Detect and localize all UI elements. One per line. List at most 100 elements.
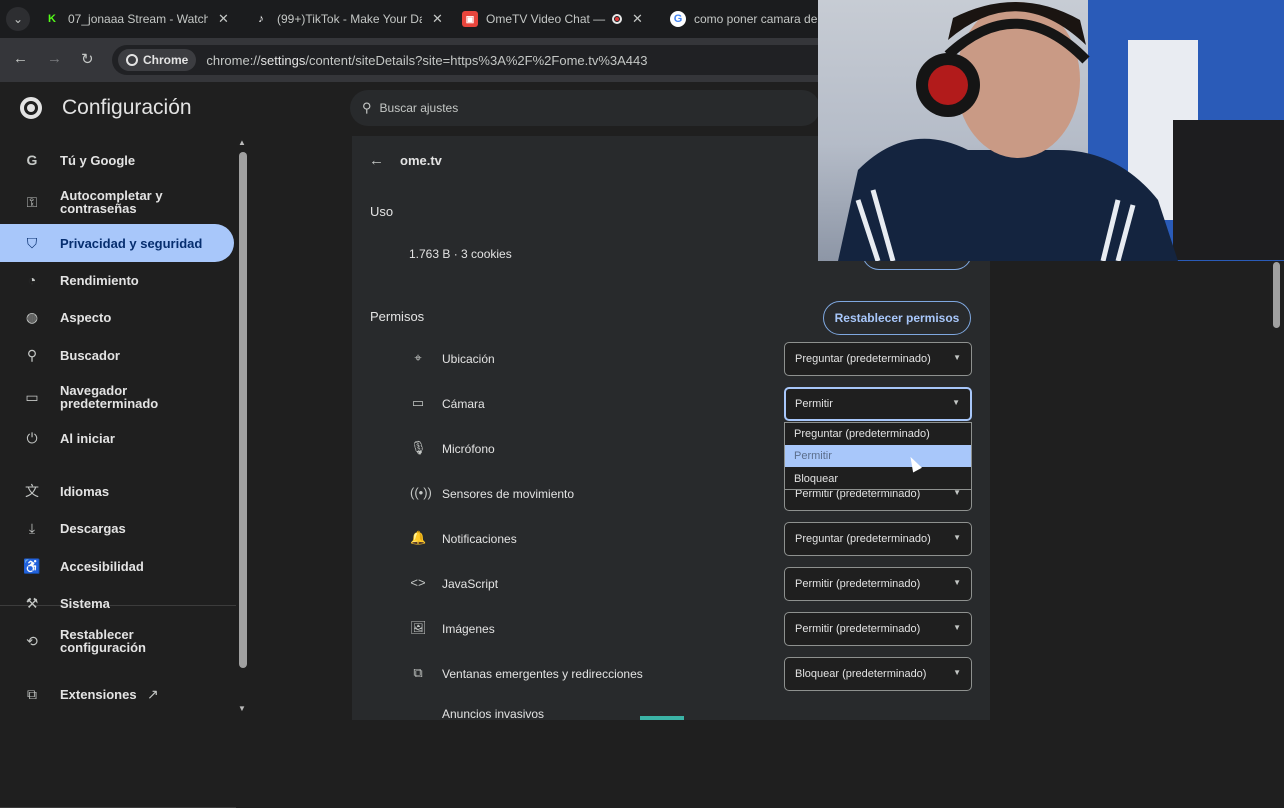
url-host: settings <box>260 52 306 68</box>
camera-select[interactable]: Permitir ▼ <box>784 387 972 421</box>
select-value: Preguntar (predeterminado) <box>795 353 931 365</box>
location-select[interactable]: Preguntar (predeterminado) ▼ <box>784 342 972 376</box>
scroll-down-arrow-icon[interactable]: ▼ <box>238 704 246 713</box>
speedometer-icon: ◔ <box>27 272 37 288</box>
tiktok-icon: ♪ <box>253 11 269 27</box>
sidebar-item-label: Restablecer configuración <box>60 627 146 655</box>
kick-icon: K <box>44 11 60 27</box>
sidebar-item-label: Idiomas <box>60 483 110 499</box>
recording-icon <box>612 14 622 24</box>
sidebar-item-privacy[interactable]: ⛉ Privacidad y seguridad <box>0 224 234 262</box>
sidebar-scrollbar[interactable] <box>239 152 247 668</box>
search-icon: ⚲ <box>26 346 38 363</box>
close-icon[interactable]: ✕ <box>632 11 643 27</box>
usage-value: 1.763 B · 3 cookies <box>409 247 512 261</box>
usage-heading: Uso <box>370 204 394 219</box>
site-info-chip[interactable]: Chrome <box>118 49 197 71</box>
reset-permissions-button[interactable]: Restablecer permisos <box>823 301 971 335</box>
translate-icon: 文 <box>25 483 39 499</box>
sidebar-item-label: Descargas <box>60 520 126 536</box>
sidebar-item-you-and-google[interactable]: G Tú y Google <box>0 141 234 179</box>
permission-label: Ubicación <box>442 352 495 366</box>
sidebar-item-search-engine[interactable]: ⚲ Buscador <box>0 336 234 374</box>
permission-label: Imágenes <box>442 622 495 636</box>
select-value: Permitir <box>795 398 833 410</box>
permission-label: Sensores de movimiento <box>442 487 575 501</box>
back-arrow-icon[interactable]: ← <box>13 50 28 67</box>
browser-window-icon: ▭ <box>25 388 39 405</box>
sidebar-item-reset[interactable]: ⟲ Restablecer configuración <box>0 622 234 660</box>
sidebar-item-label: Buscador <box>60 347 120 363</box>
close-icon[interactable]: ✕ <box>218 11 229 27</box>
sidebar-item-appearance[interactable]: ◍ Aspecto <box>0 298 234 336</box>
images-select[interactable]: Permitir (predeterminado) ▼ <box>784 612 972 646</box>
google-icon: G <box>670 11 686 27</box>
key-icon: ⚿ <box>26 193 38 210</box>
select-value: Permitir (predeterminado) <box>795 578 921 590</box>
camera-options-dropdown: Preguntar (predeterminado) Permitir Bloq… <box>784 422 972 490</box>
permission-label: Micrófono <box>442 442 495 456</box>
wrench-icon: ⚒ <box>25 594 39 611</box>
chevron-down-icon: ⌄ <box>12 12 24 26</box>
tab-kick-stream[interactable]: K 07_jonaaa Stream - Watch Li ✕ <box>44 4 239 34</box>
sidebar-item-performance[interactable]: ◔ Rendimiento <box>0 261 234 299</box>
code-icon: <> <box>410 575 426 590</box>
ometv-icon: ▣ <box>462 11 478 27</box>
site-name: ome.tv <box>400 153 442 168</box>
settings-search[interactable]: ⚲ Buscar ajustes <box>350 90 820 126</box>
puzzle-icon: ⧉ <box>27 685 37 702</box>
main-scrollbar[interactable] <box>1273 262 1280 328</box>
sidebar-item-label: Privacidad y seguridad <box>60 235 203 251</box>
reload-icon[interactable]: ↻ <box>81 50 94 68</box>
sidebar-item-autofill[interactable]: ⚿ Autocompletar y contraseñas <box>0 182 234 222</box>
motion-sensor-icon: ((•)) <box>410 485 432 500</box>
javascript-select[interactable]: Permitir (predeterminado) ▼ <box>784 567 972 601</box>
popups-select[interactable]: Bloquear (predeterminado) ▼ <box>784 657 972 691</box>
option-block[interactable]: Bloquear <box>785 468 971 490</box>
sidebar-item-default-browser[interactable]: ▭ Navegador predeterminado <box>0 377 234 417</box>
close-icon[interactable]: ✕ <box>432 11 443 27</box>
address-bar[interactable]: Chrome chrome://settings/content/siteDet… <box>112 45 832 75</box>
tab-tiktok[interactable]: ♪ (99+)TikTok - Make Your Day ✕ <box>253 4 448 34</box>
forward-arrow-icon[interactable]: → <box>47 50 62 67</box>
url-scheme: chrome:// <box>206 52 261 68</box>
download-icon: ⤓ <box>28 519 36 536</box>
option-allow[interactable]: Permitir <box>785 445 971 467</box>
notifications-select[interactable]: Preguntar (predeterminado) ▼ <box>784 522 972 556</box>
sidebar-item-on-startup[interactable]: ⏻ Al iniciar <box>0 419 234 457</box>
external-link-icon: ↗ <box>147 685 159 702</box>
sidebar-item-label: Navegador predeterminado <box>60 383 159 411</box>
url-text[interactable]: chrome://settings/content/siteDetails?si… <box>206 53 647 68</box>
sidebar-item-label: Rendimiento <box>60 272 139 288</box>
bell-icon: 🔔 <box>410 530 427 545</box>
sidebar-item-downloads[interactable]: ⤓ Descargas <box>0 509 234 547</box>
microphone-icon: 🎙 <box>410 440 427 455</box>
dropdown-arrow-icon: ▼ <box>953 578 961 587</box>
sidebar-item-system[interactable]: ⚒ Sistema <box>0 584 234 622</box>
power-icon: ⏻ <box>26 429 38 446</box>
tab-search-button[interactable]: ⌄ <box>6 7 30 31</box>
back-arrow-icon[interactable]: ← <box>369 152 384 169</box>
palette-icon: ◍ <box>25 308 39 325</box>
chip-label: Chrome <box>143 53 189 67</box>
sidebar-item-extensions[interactable]: ⧉ Extensiones ↗ <box>0 675 234 713</box>
tab-title: (99+)TikTok - Make Your Day <box>277 12 422 26</box>
sidebar-item-languages[interactable]: 文 Idiomas <box>0 472 234 510</box>
tab-google-search[interactable]: G como poner camara de ir <box>670 4 818 34</box>
permission-label: Anuncios invasivos <box>442 707 545 721</box>
permission-label: Ventanas emergentes y redirecciones <box>442 667 643 681</box>
scroll-up-arrow-icon[interactable]: ▲ <box>238 138 246 147</box>
permission-label: Notificaciones <box>442 532 517 546</box>
tab-ometv[interactable]: ▣ OmeTV Video Chat — C ✕ <box>462 4 657 34</box>
select-value: Preguntar (predeterminado) <box>795 533 931 545</box>
sidebar-item-accessibility[interactable]: ♿ Accesibilidad <box>0 547 234 585</box>
option-ask[interactable]: Preguntar (predeterminado) <box>785 423 971 445</box>
content-margin <box>990 260 1284 720</box>
select-value: Permitir (predeterminado) <box>795 623 921 635</box>
permission-label: Cámara <box>442 397 485 411</box>
image-icon: 🖼 <box>410 620 427 635</box>
select-value: Bloquear (predeterminado) <box>795 668 927 680</box>
status-strip <box>640 716 684 720</box>
dropdown-arrow-icon: ▼ <box>953 353 961 362</box>
sidebar-item-label: Al iniciar <box>60 430 115 446</box>
